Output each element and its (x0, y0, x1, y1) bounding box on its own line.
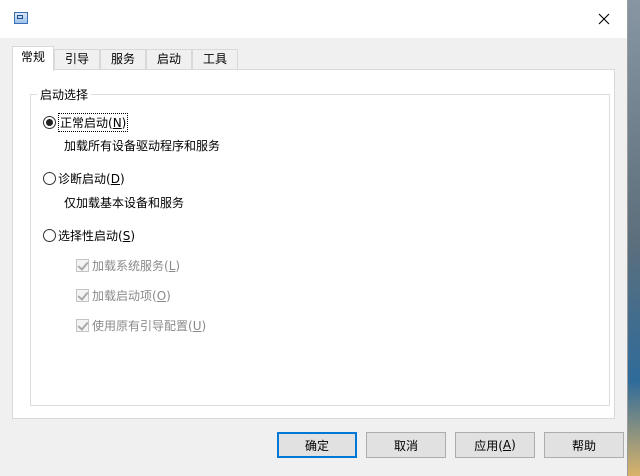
group-title: 启动选择 (37, 86, 92, 103)
tab-tools[interactable]: 工具 (192, 49, 238, 69)
load-system-services-label: 加载系统服务(L) (92, 259, 181, 273)
close-button[interactable] (581, 0, 627, 38)
diagnostic-startup-radio[interactable]: 诊断启动(D) (43, 170, 125, 187)
tab-services[interactable]: 服务 (100, 49, 146, 69)
normal-startup-radio[interactable]: 正常启动(N) (43, 113, 129, 132)
apply-button[interactable]: 应用(A) (455, 432, 535, 458)
cancel-button[interactable]: 取消 (366, 432, 446, 458)
checkbox-checked-disabled[interactable] (76, 259, 89, 272)
general-tab-panel: 启动选择 正常启动(N) 加载所有设备驱动程序和服务 诊断启动(D) 仅加载基本… (12, 69, 615, 419)
tab-boot[interactable]: 引导 (54, 49, 100, 69)
help-button[interactable]: 帮助 (544, 432, 624, 458)
radio-button[interactable] (43, 172, 56, 185)
checkbox-checked-disabled[interactable] (76, 319, 89, 332)
title-bar (0, 0, 627, 38)
diagnostic-startup-description: 仅加载基本设备和服务 (64, 196, 185, 210)
startup-selection-group: 启动选择 正常启动(N) 加载所有设备驱动程序和服务 诊断启动(D) 仅加载基本… (30, 86, 610, 406)
normal-startup-label: 正常启动(N) (58, 113, 129, 132)
load-system-services-checkbox[interactable]: 加载系统服务(L) (76, 257, 180, 274)
tab-general[interactable]: 常规 (12, 46, 54, 71)
system-config-icon (14, 12, 28, 24)
tab-startup[interactable]: 启动 (146, 49, 192, 69)
use-original-boot-config-checkbox[interactable]: 使用原有引导配置(U) (76, 317, 206, 334)
radio-button[interactable] (43, 229, 56, 242)
diagnostic-startup-label: 诊断启动(D) (58, 172, 125, 186)
normal-startup-description: 加载所有设备驱动程序和服务 (64, 139, 221, 153)
selective-startup-label: 选择性启动(S) (58, 229, 135, 243)
system-configuration-window: 常规 引导 服务 启动 工具 启动选择 正常启动(N) 加载所有设备驱动程序和服… (0, 0, 628, 476)
desktop-background (628, 0, 640, 476)
checkbox-checked-disabled[interactable] (76, 289, 89, 302)
close-icon (598, 13, 610, 25)
radio-button-checked[interactable] (43, 116, 56, 129)
use-original-boot-config-label: 使用原有引导配置(U) (92, 319, 207, 333)
ok-button[interactable]: 确定 (277, 432, 357, 458)
selective-startup-radio[interactable]: 选择性启动(S) (43, 227, 135, 244)
load-startup-items-label: 加载启动项(O) (92, 289, 171, 303)
load-startup-items-checkbox[interactable]: 加载启动项(O) (76, 287, 171, 304)
